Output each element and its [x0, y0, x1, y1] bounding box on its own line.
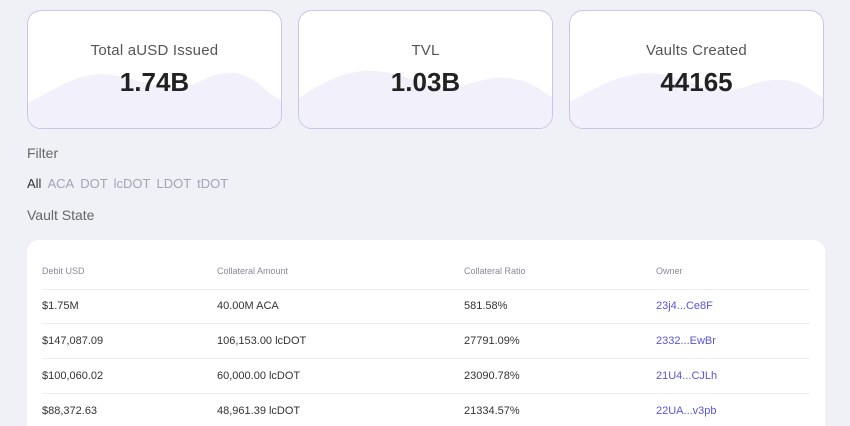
- debit-cell: $1.75M: [42, 300, 79, 312]
- stat-card-vaults-created: Vaults Created 44165: [569, 10, 824, 129]
- owner-link[interactable]: 2332...EwBr: [656, 324, 716, 358]
- stat-value: 1.74B: [119, 67, 190, 97]
- filter-title: Filter: [27, 145, 59, 161]
- column-header-collateral: Collateral Amount: [217, 266, 289, 276]
- debit-cell: $147,087.09: [42, 335, 104, 347]
- filter-option-lcdot[interactable]: lcDOT: [114, 176, 151, 191]
- vault-state-title: Vault State: [27, 207, 95, 223]
- stat-label: Total aUSD Issued: [90, 42, 219, 59]
- collateral-cell: 106,153.00 lcDOT: [217, 335, 307, 347]
- page: Total aUSD Issued 1.74B TVL 1.03B Vaults…: [0, 0, 850, 426]
- table-header: Debit USD Collateral Amount Collateral R…: [42, 254, 810, 290]
- stat-label: TVL: [411, 42, 440, 59]
- debit-cell: $100,060.02: [42, 370, 104, 382]
- filter-option-tdot[interactable]: tDOT: [197, 176, 228, 191]
- ratio-cell: 581.58%: [464, 300, 508, 312]
- column-header-owner: Owner: [656, 266, 683, 276]
- collateral-cell: 40.00M ACA: [217, 300, 279, 312]
- ratio-cell: 27791.09%: [464, 335, 520, 347]
- column-header-ratio: Collateral Ratio: [464, 266, 526, 276]
- filter-option-ldot[interactable]: LDOT: [156, 176, 191, 191]
- filter-option-all[interactable]: All: [27, 176, 41, 191]
- owner-link[interactable]: 22UA...v3pb: [656, 394, 717, 426]
- table-row: $147,087.09 106,153.00 lcDOT 27791.09% 2…: [42, 324, 810, 359]
- stat-value: 1.03B: [390, 67, 461, 97]
- owner-link[interactable]: 23j4...Ce8F: [656, 289, 713, 323]
- collateral-cell: 60,000.00 lcDOT: [217, 370, 301, 382]
- table-row: $100,060.02 60,000.00 lcDOT 23090.78% 21…: [42, 359, 810, 394]
- column-header-debit: Debit USD: [42, 266, 85, 276]
- owner-link[interactable]: 21U4...CJLh: [656, 359, 717, 393]
- ratio-cell: 21334.57%: [464, 405, 520, 417]
- filter-option-dot[interactable]: DOT: [80, 176, 107, 191]
- ratio-cell: 23090.78%: [464, 370, 520, 382]
- table-row: $1.75M 40.00M ACA 581.58% 23j4...Ce8F: [42, 289, 810, 324]
- table-row: $88,372.63 48,961.39 lcDOT 21334.57% 22U…: [42, 394, 810, 426]
- vault-table: Debit USD Collateral Amount Collateral R…: [27, 240, 825, 426]
- stat-card-total-ausd: Total aUSD Issued 1.74B: [27, 10, 282, 129]
- filter-options: All ACA DOT lcDOT LDOT tDOT: [27, 176, 228, 191]
- stat-label: Vaults Created: [646, 42, 747, 59]
- filter-option-aca[interactable]: ACA: [47, 176, 74, 191]
- debit-cell: $88,372.63: [42, 405, 98, 417]
- collateral-cell: 48,961.39 lcDOT: [217, 405, 301, 417]
- stats-row: Total aUSD Issued 1.74B TVL 1.03B Vaults…: [27, 10, 825, 130]
- stat-value: 44165: [660, 67, 733, 97]
- stat-card-tvl: TVL 1.03B: [298, 10, 553, 129]
